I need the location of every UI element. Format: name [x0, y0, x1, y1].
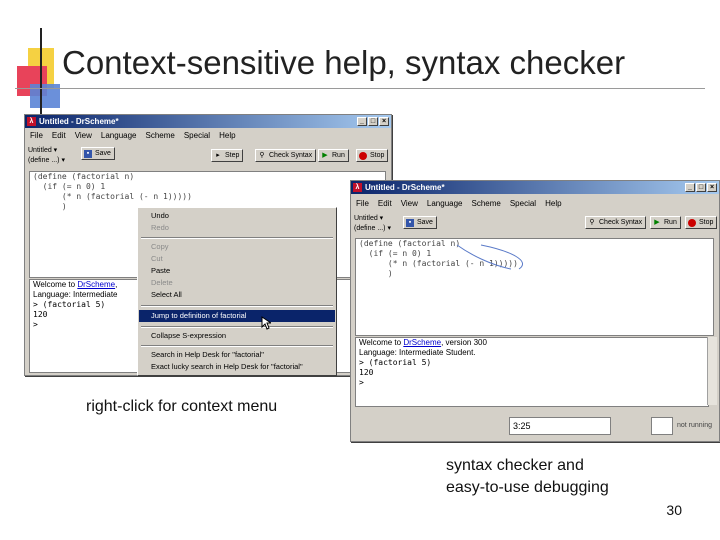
- drscheme-window-syntax-check: λ Untitled - DrScheme* _ □ × File Edit V…: [350, 180, 720, 442]
- context-menu: Undo Redo Copy Cut Paste Delete Select A…: [137, 207, 337, 376]
- code-line: ): [359, 269, 393, 278]
- page-number: 30: [666, 502, 682, 518]
- caption-syntax-checker-line2: easy-to-use debugging: [446, 479, 609, 496]
- repl-prompt: >: [359, 378, 364, 387]
- save-disk-icon: ▪: [84, 150, 92, 158]
- menu-scheme[interactable]: Scheme: [471, 198, 500, 210]
- code-line: (* n (factorial (- n 1))))): [359, 259, 518, 268]
- save-disk-icon: ▪: [406, 219, 414, 227]
- run-button[interactable]: ▶ Run: [318, 149, 349, 162]
- save-button[interactable]: ▪ Save: [403, 216, 437, 229]
- caption-context-menu: right-click for context menu: [86, 398, 278, 415]
- drscheme-lambda-icon: λ: [27, 117, 36, 126]
- menu-item-jump-to-definition[interactable]: Jump to definition of factorial: [139, 310, 335, 322]
- cursor-position: 3:25: [509, 417, 611, 435]
- menu-view[interactable]: View: [75, 130, 92, 142]
- welcome-line: Welcome to DrScheme, version 300: [359, 338, 487, 347]
- code-line: (* n (factorial (- n 1))))): [33, 192, 192, 201]
- menu-edit[interactable]: Edit: [378, 198, 392, 210]
- close-button[interactable]: ×: [707, 183, 717, 192]
- menu-item-collapse-sexpression[interactable]: Collapse S-expression: [139, 330, 335, 342]
- menu-item-search-help-desk[interactable]: Search in Help Desk for "factorial": [139, 349, 335, 361]
- window-title: Untitled - DrScheme*: [365, 183, 445, 192]
- menu-item-copy[interactable]: Copy: [139, 241, 335, 253]
- interactions-scrollbar[interactable]: [707, 337, 717, 405]
- status-indicator: [651, 417, 673, 435]
- menu-help[interactable]: Help: [219, 130, 235, 142]
- menu-item-redo[interactable]: Redo: [139, 222, 335, 234]
- file-combo[interactable]: Untitled ▾: [354, 214, 383, 222]
- running-status: not running: [677, 422, 713, 429]
- magnifier-icon: ⚲: [259, 152, 265, 159]
- toolbar: Untitled ▾ (define ...) ▾ ▪ Save ▸ Step ⚲ C…: [25, 144, 391, 164]
- title-bar: λ Untitled - DrScheme* _ □ ×: [351, 181, 719, 194]
- magnifier-icon: ⚲: [589, 219, 595, 226]
- menu-item-select-all[interactable]: Select All: [139, 289, 335, 301]
- decor-vertical-line: [40, 28, 42, 123]
- menu-separator: [141, 237, 333, 239]
- menu-file[interactable]: File: [356, 198, 369, 210]
- caption-syntax-checker-line1: syntax checker and: [446, 457, 584, 474]
- menu-separator: [141, 305, 333, 307]
- run-arrow-icon: ▶: [654, 219, 660, 226]
- language-line: Language: Intermediate Student.: [359, 348, 476, 357]
- maximize-button[interactable]: □: [696, 183, 706, 192]
- menu-separator: [141, 326, 333, 328]
- minimize-button[interactable]: _: [357, 117, 367, 126]
- repl-result: 120: [359, 368, 374, 377]
- check-syntax-button[interactable]: ⚲ Check Syntax: [255, 149, 317, 162]
- menu-item-cut[interactable]: Cut: [139, 253, 335, 265]
- define-combo[interactable]: (define ...) ▾: [28, 156, 65, 164]
- stop-octagon-icon: [359, 152, 367, 160]
- minimize-button[interactable]: _: [685, 183, 695, 192]
- stop-octagon-icon: [688, 219, 696, 227]
- menu-language[interactable]: Language: [427, 198, 463, 210]
- mouse-pointer-icon: [261, 316, 271, 330]
- repl-expression: > (factorial 5): [359, 358, 432, 367]
- stop-button[interactable]: Stop: [685, 216, 718, 229]
- menu-bar: File Edit View Language Scheme Special H…: [351, 198, 719, 210]
- slide-title: Context-sensitive help, syntax checker: [62, 44, 626, 81]
- run-button[interactable]: ▶ Run: [650, 216, 681, 229]
- definitions-editor[interactable]: (define (factorial n) (if (= n 0) 1 (* n…: [355, 238, 714, 336]
- menu-special[interactable]: Special: [510, 198, 536, 210]
- menu-file[interactable]: File: [30, 130, 43, 142]
- menu-item-delete[interactable]: Delete: [139, 277, 335, 289]
- stop-button[interactable]: Stop: [356, 149, 389, 162]
- menu-item-paste[interactable]: Paste: [139, 265, 335, 277]
- decor-horizontal-line: [15, 88, 705, 89]
- drscheme-lambda-icon: λ: [353, 183, 362, 192]
- menu-language[interactable]: Language: [101, 130, 137, 142]
- code-line: (if (= n 0) 1: [359, 249, 432, 258]
- code-line: (define (factorial n): [33, 172, 135, 181]
- menu-bar: File Edit View Language Scheme Special H…: [25, 130, 391, 142]
- binding-arrow: [456, 244, 524, 270]
- window-title: Untitled - DrScheme*: [39, 117, 119, 126]
- save-button[interactable]: ▪ Save: [81, 147, 115, 160]
- code-line: (if (= n 0) 1: [33, 182, 106, 191]
- interactions-pane[interactable]: Welcome to DrScheme, version 300 Languag…: [355, 337, 709, 407]
- define-combo[interactable]: (define ...) ▾: [354, 224, 391, 232]
- drscheme-link[interactable]: DrScheme: [403, 338, 441, 347]
- maximize-button[interactable]: □: [368, 117, 378, 126]
- file-combo[interactable]: Untitled ▾: [28, 146, 57, 154]
- menu-view[interactable]: View: [401, 198, 418, 210]
- code-line: (define (factorial n): [359, 239, 461, 248]
- toolbar: Untitled ▾ (define ...) ▾ ▪ Save ⚲ Check S…: [351, 212, 719, 232]
- check-syntax-button[interactable]: ⚲ Check Syntax: [585, 216, 647, 229]
- menu-special[interactable]: Special: [184, 130, 210, 142]
- drscheme-link[interactable]: DrScheme: [77, 280, 115, 289]
- menu-help[interactable]: Help: [545, 198, 561, 210]
- step-button[interactable]: ▸ Step: [211, 149, 244, 162]
- run-arrow-icon: ▶: [322, 152, 328, 159]
- menu-edit[interactable]: Edit: [52, 130, 66, 142]
- close-button[interactable]: ×: [379, 117, 389, 126]
- step-footprint-icon: ▸: [216, 152, 220, 159]
- title-bar: λ Untitled - DrScheme* _ □ ×: [25, 115, 391, 128]
- menu-item-exact-lucky-search[interactable]: Exact lucky search in Help Desk for "fac…: [139, 361, 335, 373]
- menu-item-undo[interactable]: Undo: [139, 210, 335, 222]
- menu-separator: [141, 345, 333, 347]
- menu-scheme[interactable]: Scheme: [145, 130, 174, 142]
